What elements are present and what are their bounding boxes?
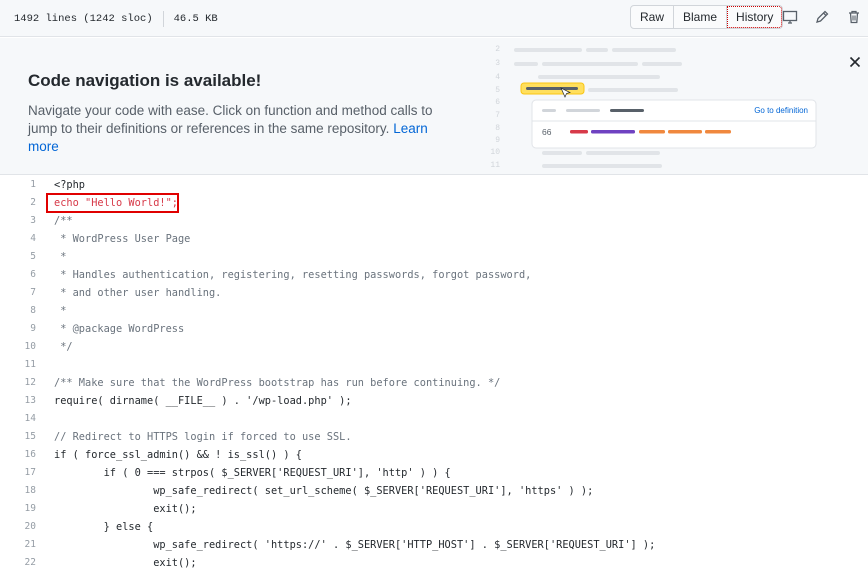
- code-line: 5 *: [0, 248, 868, 266]
- line-number[interactable]: 17: [0, 464, 36, 482]
- illus-line-number: 9: [495, 136, 500, 145]
- line-number[interactable]: 19: [0, 500, 36, 518]
- code-line: 15 // Redirect to HTTPS login if forced t…: [0, 428, 868, 446]
- line-number[interactable]: 2: [0, 194, 36, 212]
- line-number[interactable]: 16: [0, 446, 36, 464]
- illus-line-number: 8: [495, 124, 500, 133]
- line-content: } else {: [54, 521, 154, 533]
- line-content: * WordPress User Page: [54, 233, 191, 245]
- code-line: 18 wp_safe_redirect( set_url_scheme( $_S…: [0, 482, 868, 500]
- line-number[interactable]: 8: [0, 302, 36, 320]
- code-line: 19 exit();: [0, 500, 868, 518]
- code-line: 7 * and other user handling.: [0, 284, 868, 302]
- line-number[interactable]: 7: [0, 284, 36, 302]
- illus-line-number: 2: [495, 45, 500, 54]
- line-number[interactable]: 15: [0, 428, 36, 446]
- line-number[interactable]: 10: [0, 338, 36, 356]
- reference-line-number: 66: [542, 127, 552, 137]
- code-line: 10 */: [0, 338, 868, 356]
- file-info: 1492 lines (1242 sloc) 46.5 KB: [14, 11, 218, 27]
- code-listing: 1 <?php 2 echo "Hello World!"; 3/** 4 * Wo…: [0, 176, 868, 572]
- illus-line-number: 11: [490, 161, 500, 170]
- file-size: 46.5 KB: [173, 13, 218, 25]
- line-content: exit();: [54, 503, 197, 515]
- lines-info: 1492 lines (1242 sloc): [14, 13, 153, 25]
- banner-text: Navigate your code with ease. Click on f…: [28, 102, 458, 156]
- line-content: *: [54, 251, 67, 263]
- line-content: wp_safe_redirect( set_url_scheme( $_SERV…: [54, 485, 594, 497]
- line-content: wp_safe_redirect( 'https://' . $_SERVER[…: [54, 539, 656, 551]
- illus-line-number: 10: [490, 148, 500, 157]
- line-number[interactable]: 20: [0, 518, 36, 536]
- divider: [162, 11, 164, 27]
- line-number[interactable]: 21: [0, 536, 36, 554]
- desktop-icon[interactable]: [781, 8, 799, 26]
- code-line: 16 if ( force_ssl_admin() && ! is_ssl() )…: [0, 446, 868, 464]
- history-button[interactable]: History: [726, 5, 784, 29]
- line-number[interactable]: 5: [0, 248, 36, 266]
- code-navigation-illustration: 2 3 4 5 6 7 8 9 10 11 Go to definition 6…: [490, 45, 817, 170]
- pencil-icon[interactable]: [813, 8, 831, 26]
- raw-button[interactable]: Raw: [630, 5, 675, 29]
- line-content: <?php: [54, 179, 85, 191]
- line-number[interactable]: 6: [0, 266, 36, 284]
- line-content: if ( 0 === strpos( $_SERVER['REQUEST_URI…: [54, 467, 451, 479]
- line-number[interactable]: 13: [0, 392, 36, 410]
- go-to-definition-text: Go to definition: [754, 106, 808, 115]
- line-content: require( dirname( __FILE__ ) . '/wp-load…: [54, 395, 352, 407]
- code-line: 6 * Handles authentication, registering,…: [0, 266, 868, 284]
- code-line: 14: [0, 410, 868, 428]
- code-line: 8 *: [0, 302, 868, 320]
- code-line: 4 * WordPress User Page: [0, 230, 868, 248]
- line-content: /**: [54, 215, 73, 227]
- code-line: 11: [0, 356, 868, 374]
- line-number[interactable]: 3: [0, 212, 36, 230]
- trash-icon[interactable]: [845, 8, 863, 26]
- file-actions: Raw Blame History: [630, 5, 784, 29]
- line-number[interactable]: 18: [0, 482, 36, 500]
- code-line: 17 if ( 0 === strpos( $_SERVER['REQUEST_…: [0, 464, 868, 482]
- line-number[interactable]: 11: [0, 356, 36, 374]
- line-content: * Handles authentication, registering, r…: [54, 269, 532, 281]
- line-content: if ( force_ssl_admin() && ! is_ssl() ) {: [54, 449, 302, 461]
- line-content: * and other user handling.: [54, 287, 222, 299]
- illus-line-number: 7: [495, 111, 500, 120]
- illus-line-number: 6: [495, 98, 500, 107]
- code-navigation-banner: Code navigation is available! Navigate y…: [0, 38, 868, 175]
- line-number[interactable]: 1: [0, 176, 36, 194]
- code-line: 20 } else {: [0, 518, 868, 536]
- illus-line-number: 3: [495, 59, 500, 68]
- line-number[interactable]: 4: [0, 230, 36, 248]
- line-content: *: [54, 305, 67, 317]
- line-number[interactable]: 9: [0, 320, 36, 338]
- code-line: 13 require( dirname( __FILE__ ) . '/wp-lo…: [0, 392, 868, 410]
- line-content: exit();: [54, 557, 197, 569]
- code-line: 1 <?php: [0, 176, 868, 194]
- code-line: 12 /** Make sure that the WordPress boots…: [0, 374, 868, 392]
- line-content: */: [54, 341, 73, 353]
- illus-line-number: 5: [495, 86, 500, 95]
- code-line: 3 /**: [0, 212, 868, 230]
- highlight-box: [46, 193, 179, 213]
- file-header: 1492 lines (1242 sloc) 46.5 KB Raw Blame…: [0, 0, 868, 37]
- code-line: 22 exit();: [0, 554, 868, 572]
- line-number[interactable]: 14: [0, 410, 36, 428]
- code-line: 9 * @package WordPress: [0, 320, 868, 338]
- blame-button[interactable]: Blame: [673, 5, 728, 29]
- close-icon[interactable]: [847, 54, 863, 70]
- line-content: // Redirect to HTTPS login if forced to …: [54, 431, 352, 443]
- line-content: * @package WordPress: [54, 323, 185, 335]
- code-line: 21 wp_safe_redirect( 'https://' . $_SERV…: [0, 536, 868, 554]
- illus-line-number: 4: [495, 73, 500, 82]
- line-content: /** Make sure that the WordPress bootstr…: [54, 377, 501, 389]
- banner-description: Navigate your code with ease. Click on f…: [28, 103, 433, 136]
- line-number[interactable]: 12: [0, 374, 36, 392]
- banner-title: Code navigation is available!: [28, 71, 262, 90]
- line-number[interactable]: 22: [0, 554, 36, 572]
